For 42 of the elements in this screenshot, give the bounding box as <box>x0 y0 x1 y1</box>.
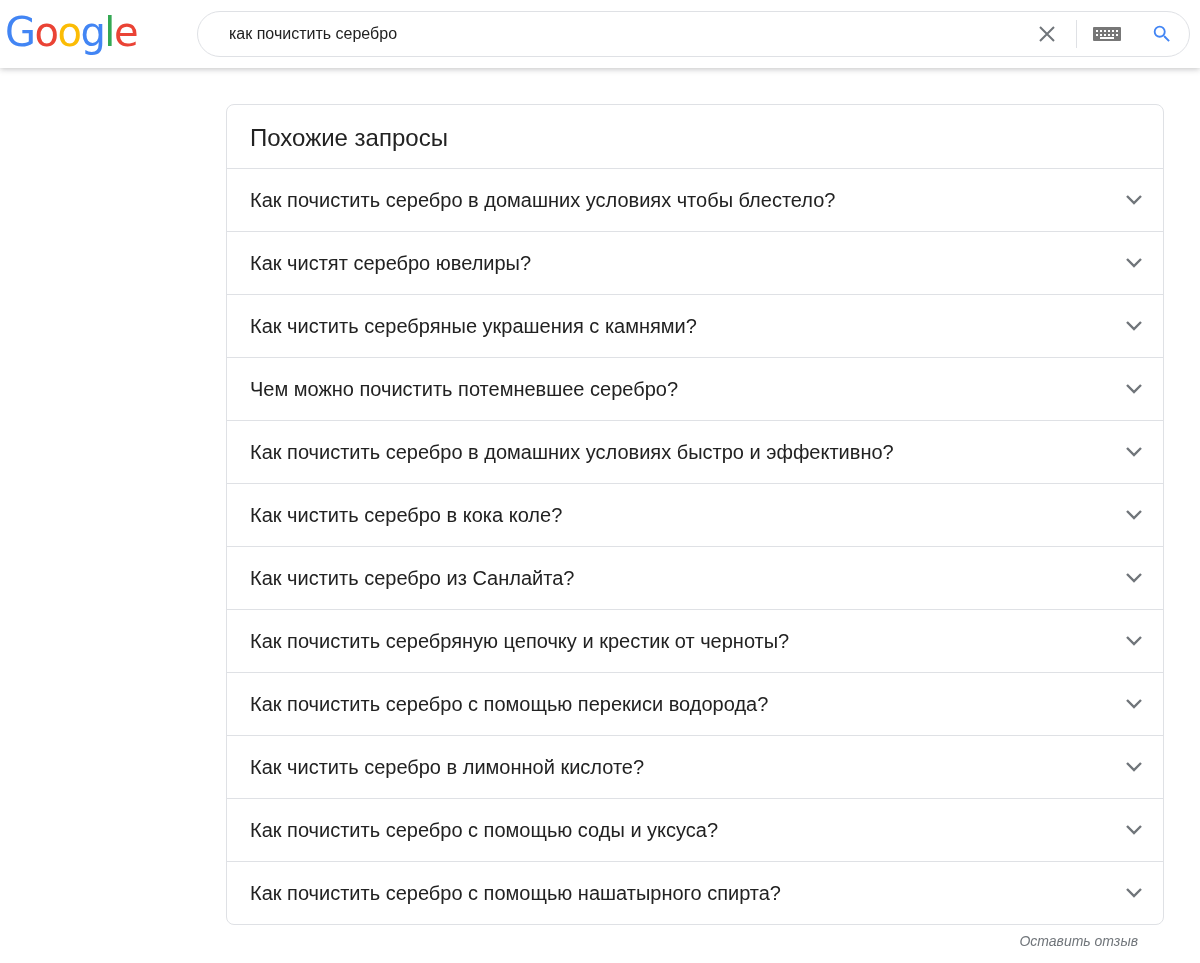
question-text: Как почистить серебро с помощью перекиси водорода? <box>250 692 769 716</box>
question-text: Как чистить серебро в кока коле? <box>250 503 563 527</box>
chevron-icon[interactable] <box>1125 509 1143 521</box>
question-text: Как почистить серебро в домашних условиях чтобы блестело? <box>250 188 836 212</box>
chevron-icon[interactable] <box>1125 572 1143 584</box>
chevron-icon[interactable] <box>1125 824 1143 836</box>
chevron-icon[interactable] <box>1125 446 1143 458</box>
chevron-icon[interactable] <box>1125 194 1143 206</box>
question-text: Как чистить серебро из Санлайта? <box>250 566 575 590</box>
chevron-icon[interactable] <box>1125 887 1143 899</box>
question-row[interactable]: Как почистить серебро в домашних условиях чтобы блестело? <box>227 169 1163 232</box>
question-row[interactable]: Как чистить серебро в кока коле? <box>227 484 1163 547</box>
question-text: Как почистить серебро в домашних условиях быстро и эффективно? <box>250 440 894 464</box>
question-text: Чем можно почистить потемневшее серебро? <box>250 377 679 401</box>
question-text: Как почистить серебряную цепочку и крестик от черноты? <box>250 629 790 653</box>
chevron-icon[interactable] <box>1125 383 1143 395</box>
close-icon[interactable] <box>1038 25 1056 43</box>
search-input[interactable]: как почистить серебро <box>227 24 1038 44</box>
question-text: Как почистить серебро с помощью нашатырного спирта? <box>250 881 781 905</box>
question-row[interactable]: Как почистить серебро с помощью перекиси водорода? <box>227 673 1163 736</box>
search-icon[interactable] <box>1151 23 1173 45</box>
chevron-icon[interactable] <box>1125 635 1143 647</box>
question-row[interactable]: Как чистить серебряные украшения с камнями? <box>227 295 1163 358</box>
question-text: Как чистить серебро в лимонной кислоте? <box>250 755 645 779</box>
question-text: Как почистить серебро с помощью соды и уксуса? <box>250 818 719 842</box>
question-row[interactable]: Чем можно почистить потемневшее серебро? <box>227 358 1163 421</box>
feedback-link[interactable]: Оставить отзыв <box>1019 933 1138 949</box>
chevron-icon[interactable] <box>1125 761 1143 773</box>
question-row[interactable]: Как почистить серебро с помощью соды и уксуса? <box>227 799 1163 862</box>
question-row[interactable]: Как чистить серебро из Санлайта? <box>227 547 1163 610</box>
question-row[interactable]: Как почистить серебро в домашних условиях быстро и эффективно? <box>227 421 1163 484</box>
question-text: Как чистят серебро ювелиры? <box>250 251 532 275</box>
keyboard-icon[interactable] <box>1093 27 1121 41</box>
question-row[interactable]: Как чистить серебро в лимонной кислоте? <box>227 736 1163 799</box>
chevron-icon[interactable] <box>1125 320 1143 332</box>
chevron-icon[interactable] <box>1125 698 1143 710</box>
section-title: Похожие запросы <box>227 105 1163 169</box>
chevron-icon[interactable] <box>1125 257 1143 269</box>
question-row[interactable]: Как почистить серебряную цепочку и крестик от черноты? <box>227 610 1163 673</box>
question-text: Как чистить серебряные украшения с камнями? <box>250 314 697 338</box>
question-row[interactable]: Как чистят серебро ювелиры? <box>227 232 1163 295</box>
question-row[interactable]: Как почистить серебро с помощью нашатырного спирта? <box>227 862 1163 924</box>
